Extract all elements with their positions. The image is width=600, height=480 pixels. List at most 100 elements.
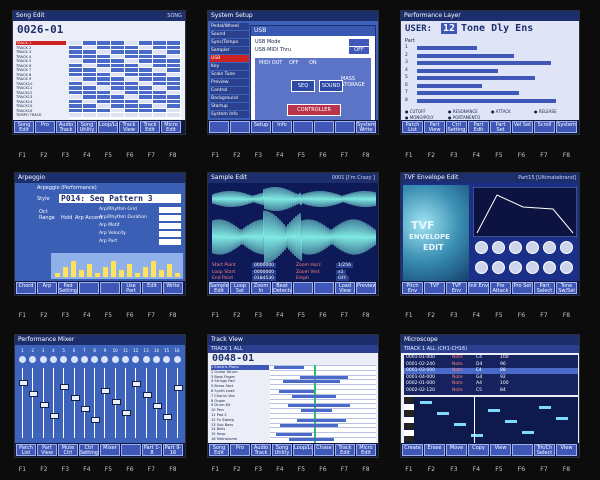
tab-2[interactable]: Part View — [37, 444, 57, 456]
tab-1[interactable]: Chord — [16, 282, 36, 294]
usb-mode-value[interactable] — [349, 39, 369, 46]
envelope-knob[interactable] — [492, 241, 505, 254]
tab-8[interactable]: Micro Edit — [356, 444, 376, 456]
event-row[interactable]: 0002-02-120 Note C5 84 — [404, 388, 578, 394]
tab-3[interactable]: Pad Setting — [58, 282, 78, 294]
arp-step[interactable] — [55, 273, 60, 277]
tab-8[interactable]: System — [556, 121, 577, 133]
track-region[interactable] — [276, 433, 312, 437]
tab-4[interactable]: Song Utility — [77, 121, 97, 133]
pan-knob[interactable] — [111, 356, 119, 363]
tab-8[interactable]: Part 9-16 — [163, 444, 183, 456]
menu-item-sync-tempo[interactable]: Sync/Tempo — [210, 39, 249, 46]
arp-step[interactable] — [87, 264, 92, 277]
layer-range-bar[interactable] — [417, 53, 514, 58]
piano-roll[interactable] — [404, 397, 578, 443]
arp-step[interactable] — [175, 273, 180, 277]
tab-5[interactable]: Loop/Locate — [293, 444, 313, 456]
track-region[interactable] — [292, 394, 336, 398]
tab-6[interactable]: Pro Set — [512, 282, 533, 294]
pan-knob[interactable] — [152, 356, 160, 363]
fader-handle[interactable] — [70, 395, 80, 401]
track-region[interactable] — [301, 409, 332, 413]
tab-1[interactable]: Patch List — [402, 121, 423, 133]
track-label[interactable]: TRACK16 — [16, 109, 66, 113]
track-region[interactable] — [280, 423, 338, 427]
event-row[interactable]: 0002-01-000 Note A4 100 — [404, 381, 578, 387]
fader-handle[interactable] — [29, 391, 39, 397]
track-region[interactable] — [279, 390, 314, 393]
arp-step[interactable] — [143, 267, 148, 277]
track-region[interactable] — [283, 380, 340, 384]
track-region[interactable] — [297, 418, 346, 422]
track-grid[interactable] — [69, 41, 181, 119]
envelope-knob[interactable] — [475, 261, 488, 274]
fader-handle[interactable] — [163, 414, 173, 420]
tab-2[interactable]: Pro — [35, 121, 55, 133]
tab-6[interactable] — [314, 121, 334, 133]
track-name[interactable]: 10 Perc — [211, 408, 269, 413]
event-row[interactable]: 0001-03-000 Note E4 88 — [404, 368, 578, 374]
track-label[interactable]: TRACK 7 — [16, 68, 66, 72]
tab-5[interactable]: Part Set — [490, 121, 511, 133]
note-bar[interactable] — [437, 412, 449, 415]
tab-7[interactable]: Scroll — [534, 121, 555, 133]
tab-4[interactable]: Copy — [468, 444, 489, 456]
track-label[interactable]: TRACK 5 — [16, 59, 66, 63]
tab-6[interactable]: Chase — [314, 444, 334, 456]
layer-range-bar[interactable] — [417, 83, 482, 88]
tab-3[interactable]: Move — [446, 444, 467, 456]
event-row[interactable]: 0001-01-000 Note C4 100 — [404, 355, 578, 361]
tab-4[interactable]: Song Utility — [272, 444, 292, 456]
tab-8[interactable]: Micro Edit — [161, 121, 181, 133]
tab-1[interactable]: Patch List — [16, 444, 36, 456]
menu-item-startup[interactable]: Startup — [210, 103, 249, 110]
style-value[interactable]: P014: Seq Pattern 3 — [59, 194, 181, 203]
note-bar[interactable] — [505, 420, 517, 423]
tab-2[interactable]: Part View — [424, 121, 445, 133]
fader-handle[interactable] — [80, 406, 90, 412]
layer-range-bar[interactable] — [417, 68, 498, 73]
track-label[interactable]: TEMPO TRACK — [16, 113, 66, 117]
tab-6[interactable]: Use Part — [121, 282, 141, 294]
tab-2[interactable]: Arp — [37, 282, 57, 294]
track-label[interactable]: TRACK15 — [16, 104, 66, 108]
tab-4[interactable]: Ctrl Setting — [79, 444, 99, 456]
pan-knob[interactable] — [101, 356, 109, 363]
arp-step[interactable] — [79, 270, 84, 277]
tab-3[interactable]: Mute Ctrl — [58, 444, 78, 456]
tab-7[interactable] — [335, 121, 355, 133]
envelope-knob[interactable] — [509, 241, 522, 254]
tab-8[interactable]: Tone Sw/Sel — [556, 282, 577, 294]
event-row[interactable]: 0001-04-000 Note G4 92 — [404, 375, 578, 381]
track-label[interactable]: TRACK 3 — [16, 50, 66, 54]
track-region[interactable] — [289, 438, 334, 441]
tab-5[interactable]: Mixer — [100, 444, 120, 456]
tab-7[interactable]: Part Select — [534, 282, 555, 294]
tab-1[interactable]: Song Edit — [209, 444, 229, 456]
envelope-knob[interactable] — [560, 261, 573, 274]
envelope-knob[interactable] — [543, 261, 556, 274]
track-label[interactable]: TRACK 8 — [16, 73, 66, 77]
tab-5[interactable]: View — [490, 444, 511, 456]
envelope-knob[interactable] — [492, 261, 505, 274]
note-bar[interactable] — [522, 431, 534, 434]
pan-knob[interactable] — [132, 356, 140, 363]
fader-handle[interactable] — [152, 403, 162, 409]
fader-handle[interactable] — [122, 410, 131, 416]
tab-6[interactable] — [314, 282, 334, 294]
track-label[interactable]: TRACK14 — [16, 100, 66, 104]
tab-8[interactable]: View — [556, 444, 577, 456]
note-bar[interactable] — [420, 401, 432, 404]
tab-4[interactable] — [79, 282, 99, 294]
tab-5[interactable] — [293, 282, 313, 294]
arp-step[interactable] — [159, 270, 164, 277]
track-label[interactable]: TRACK 4 — [16, 55, 66, 59]
pan-knob[interactable] — [173, 356, 181, 363]
arp-step[interactable] — [95, 273, 100, 277]
fader-handle[interactable] — [39, 402, 49, 408]
arp-param-value[interactable] — [159, 231, 181, 237]
tab-5[interactable]: Pre Attack — [490, 282, 511, 294]
tab-7[interactable]: Load View — [335, 282, 355, 294]
arp-param-value[interactable] — [159, 215, 181, 221]
